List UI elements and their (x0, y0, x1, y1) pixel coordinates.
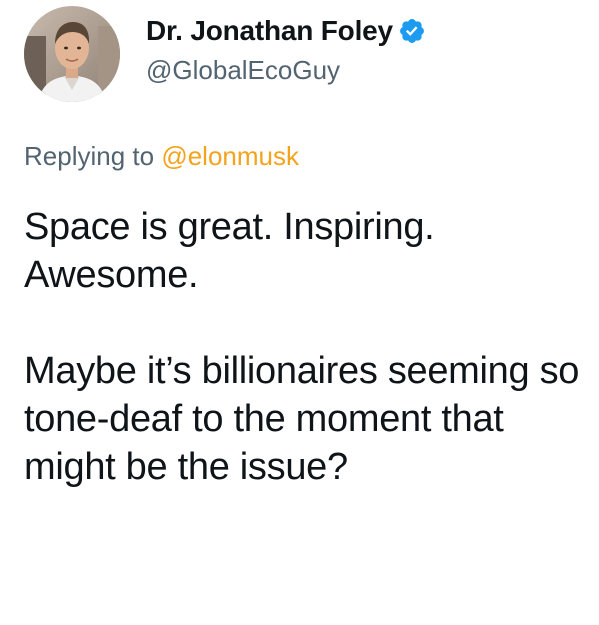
replying-to-line: Replying to @elonmusk (24, 141, 299, 172)
mention-link[interactable]: @elonmusk (161, 141, 299, 171)
author-block: Dr. Jonathan Foley @GlobalEcoGuy (146, 14, 426, 86)
author-handle[interactable]: @GlobalEcoGuy (146, 55, 426, 86)
tweet-text: Space is great. Inspiring. Awesome. Mayb… (24, 203, 594, 491)
verified-badge-icon (398, 17, 426, 45)
author-display-name[interactable]: Dr. Jonathan Foley (146, 15, 393, 47)
tweet: Dr. Jonathan Foley @GlobalEcoGuy Replyin… (0, 0, 599, 625)
tweet-paragraph: Space is great. Inspiring. Awesome. (24, 206, 435, 296)
tweet-paragraph: Maybe it’s billionaires seeming so tone-… (24, 350, 580, 488)
name-row: Dr. Jonathan Foley (146, 14, 426, 48)
replying-to-label: Replying to (24, 141, 155, 171)
author-avatar[interactable] (24, 6, 120, 102)
profile-photo-icon (24, 6, 120, 102)
